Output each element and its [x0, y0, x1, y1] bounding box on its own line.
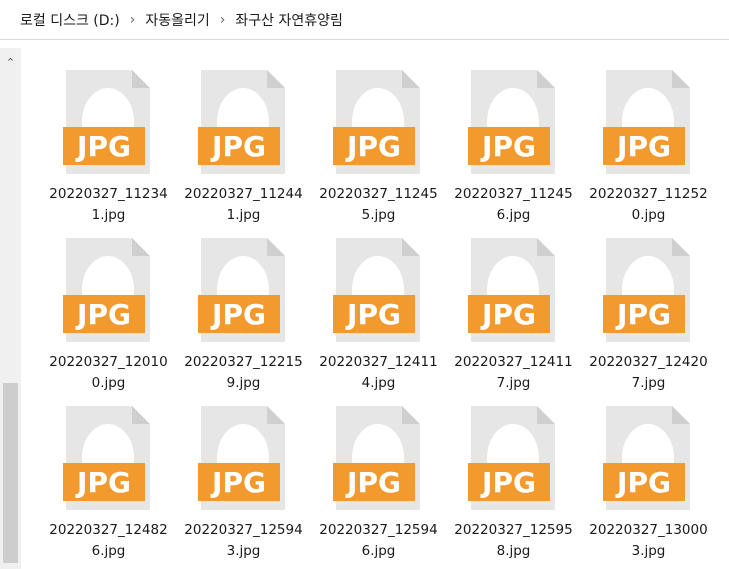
breadcrumb-item-current-folder[interactable]: 좌구산 자연휴양림 [231, 10, 347, 30]
file-item[interactable]: JPG 20220327_12595 8.jpg [446, 396, 581, 564]
file-name-line-1: 20220327_11234 [49, 186, 168, 202]
file-name-line-1: 20220327_11245 [454, 186, 573, 202]
file-name: 20220327_12594 3.jpg [176, 520, 311, 562]
file-name: 20220327_12411 7.jpg [446, 352, 581, 394]
scroll-up-arrow-icon[interactable]: ⌃ [0, 52, 21, 72]
file-name-line-2: 7.jpg [496, 375, 531, 391]
scrollbar-thumb[interactable] [3, 383, 18, 563]
file-name-line-1: 20220327_12482 [49, 522, 168, 538]
file-name-line-2: 1.jpg [91, 207, 126, 223]
file-item[interactable]: JPG 20220327_12482 6.jpg [41, 396, 176, 564]
jpg-badge: JPG [603, 295, 685, 333]
file-name: 20220327_13000 3.jpg [581, 520, 716, 562]
jpg-badge: JPG [198, 463, 280, 501]
file-name: 20220327_11244 1.jpg [176, 184, 311, 226]
file-name: 20220327_12420 7.jpg [581, 352, 716, 394]
file-name-line-2: 6.jpg [361, 543, 396, 559]
file-name-line-2: 6.jpg [91, 543, 126, 559]
file-name-line-2: 9.jpg [226, 375, 261, 391]
file-item[interactable]: JPG 20220327_12594 6.jpg [311, 396, 446, 564]
file-name: 20220327_12482 6.jpg [41, 520, 176, 562]
jpg-badge: JPG [63, 463, 145, 501]
file-name-line-2: 3.jpg [631, 543, 666, 559]
vertical-scrollbar[interactable]: ⌃ [0, 48, 21, 569]
jpg-badge: JPG [333, 463, 415, 501]
file-name-line-2: 5.jpg [361, 207, 396, 223]
jpg-badge: JPG [468, 127, 550, 165]
breadcrumb-item-folder[interactable]: 자동올리기 [141, 10, 213, 30]
file-name-line-2: 0.jpg [91, 375, 126, 391]
file-name-line-2: 4.jpg [361, 375, 396, 391]
file-grid: JPG 20220327_11234 1.jpg JPG 20220327_11244 1… [41, 60, 716, 564]
file-name-line-1: 20220327_12420 [589, 354, 708, 370]
file-item[interactable]: JPG 20220327_11252 0.jpg [581, 60, 716, 228]
file-name-line-1: 20220327_13000 [589, 522, 708, 538]
jpg-badge: JPG [603, 463, 685, 501]
chevron-right-icon[interactable]: › [124, 12, 142, 28]
file-name: 20220327_11245 5.jpg [311, 184, 446, 226]
file-name-line-2: 8.jpg [496, 543, 531, 559]
breadcrumb-item-drive[interactable]: 로컬 디스크 (D:) [0, 10, 124, 30]
file-item[interactable]: JPG 20220327_11245 6.jpg [446, 60, 581, 228]
jpg-badge: JPG [603, 127, 685, 165]
file-name: 20220327_11245 6.jpg [446, 184, 581, 226]
file-name-line-1: 20220327_12411 [454, 354, 573, 370]
file-name-line-1: 20220327_11245 [319, 186, 438, 202]
file-name-line-1: 20220327_12595 [454, 522, 573, 538]
file-name: 20220327_12010 0.jpg [41, 352, 176, 394]
file-name-line-1: 20220327_11244 [184, 186, 303, 202]
jpg-badge: JPG [333, 127, 415, 165]
jpg-badge: JPG [63, 295, 145, 333]
file-item[interactable]: JPG 20220327_13000 3.jpg [581, 396, 716, 564]
chevron-right-icon[interactable]: › [214, 12, 232, 28]
file-item[interactable]: JPG 20220327_12420 7.jpg [581, 228, 716, 396]
file-name-line-2: 1.jpg [226, 207, 261, 223]
file-name: 20220327_11252 0.jpg [581, 184, 716, 226]
file-item[interactable]: JPG 20220327_12010 0.jpg [41, 228, 176, 396]
file-item[interactable]: JPG 20220327_11244 1.jpg [176, 60, 311, 228]
jpg-badge: JPG [63, 127, 145, 165]
file-item[interactable]: JPG 20220327_12594 3.jpg [176, 396, 311, 564]
file-item[interactable]: JPG 20220327_11234 1.jpg [41, 60, 176, 228]
file-name: 20220327_12215 9.jpg [176, 352, 311, 394]
file-name-line-2: 7.jpg [631, 375, 666, 391]
file-name-line-2: 6.jpg [496, 207, 531, 223]
file-name-line-2: 3.jpg [226, 543, 261, 559]
file-name-line-1: 20220327_12411 [319, 354, 438, 370]
file-item[interactable]: JPG 20220327_12215 9.jpg [176, 228, 311, 396]
jpg-badge: JPG [198, 127, 280, 165]
file-name-line-2: 0.jpg [631, 207, 666, 223]
file-item[interactable]: JPG 20220327_11245 5.jpg [311, 60, 446, 228]
file-item[interactable]: JPG 20220327_12411 7.jpg [446, 228, 581, 396]
breadcrumb: 로컬 디스크 (D:) › 자동올리기 › 좌구산 자연휴양림 [0, 0, 729, 40]
file-item[interactable]: JPG 20220327_12411 4.jpg [311, 228, 446, 396]
file-name-line-1: 20220327_11252 [589, 186, 708, 202]
jpg-badge: JPG [198, 295, 280, 333]
file-name: 20220327_11234 1.jpg [41, 184, 176, 226]
file-name-line-1: 20220327_12215 [184, 354, 303, 370]
file-name-line-1: 20220327_12010 [49, 354, 168, 370]
file-name: 20220327_12594 6.jpg [311, 520, 446, 562]
jpg-badge: JPG [333, 295, 415, 333]
file-name: 20220327_12411 4.jpg [311, 352, 446, 394]
file-name-line-1: 20220327_12594 [184, 522, 303, 538]
jpg-badge: JPG [468, 463, 550, 501]
jpg-badge: JPG [468, 295, 550, 333]
file-name: 20220327_12595 8.jpg [446, 520, 581, 562]
file-name-line-1: 20220327_12594 [319, 522, 438, 538]
